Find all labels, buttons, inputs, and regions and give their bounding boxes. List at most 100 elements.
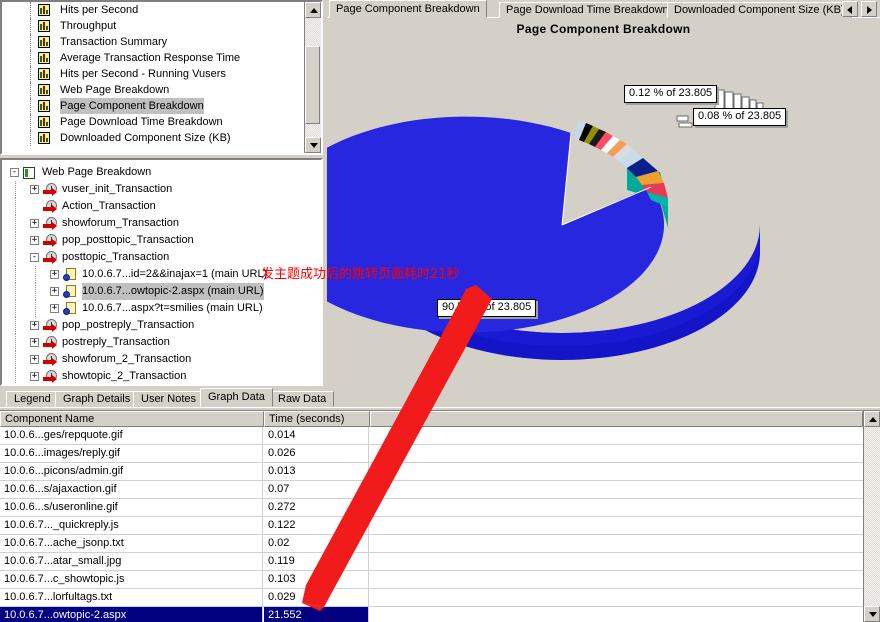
- tree-expander[interactable]: +: [50, 287, 59, 296]
- tab-label: Graph Data: [208, 391, 265, 403]
- tab-raw-data[interactable]: Raw Data: [270, 391, 335, 407]
- breakdown-node-label: Web Page Breakdown: [42, 166, 152, 178]
- bar-chart-icon: [38, 100, 50, 112]
- column-header-time[interactable]: Time (seconds): [264, 411, 370, 427]
- tree-expander[interactable]: +: [30, 219, 39, 228]
- tab-scroll-right-button[interactable]: [861, 1, 877, 17]
- graph-list-item[interactable]: Hits per Second - Running Vusers: [2, 66, 304, 82]
- page-icon: [63, 268, 78, 281]
- table-row[interactable]: 10.0.6.7...ache_jsonp.txt 0.02: [0, 535, 863, 553]
- page-icon: [63, 285, 78, 298]
- table-row[interactable]: 10.0.6...ges/repquote.gif 0.014: [0, 427, 863, 445]
- chart-tabstrip[interactable]: Page Component Breakdown Page Download T…: [327, 0, 880, 18]
- breakdown-tree-node[interactable]: +10.0.6.7...aspx?t=smilies (main URL): [2, 300, 321, 317]
- tab-graph-details[interactable]: Graph Details: [55, 391, 139, 407]
- grid-body[interactable]: 10.0.6...ges/repquote.gif 0.014 10.0.6...i…: [0, 427, 863, 622]
- cell-component-name: 10.0.6...s/ajaxaction.gif: [0, 481, 263, 498]
- breakdown-tree-root[interactable]: - Web Page Breakdown: [2, 164, 321, 181]
- table-row[interactable]: 10.0.6...s/useronline.gif 0.272: [0, 499, 863, 517]
- breakdown-tree-node[interactable]: + postreply_Transaction: [2, 334, 321, 351]
- tab-page-component-breakdown[interactable]: Page Component Breakdown: [329, 0, 487, 18]
- table-row[interactable]: 10.0.6.7..._quickreply.js 0.122: [0, 517, 863, 535]
- tab-scroll-left-button[interactable]: [842, 1, 858, 17]
- scroll-down-button[interactable]: [305, 137, 321, 153]
- breakdown-node-label: 10.0.6.7...aspx?t=smilies (main URL): [82, 302, 263, 314]
- breakdown-tree-node[interactable]: + showtopic_2_Transaction: [2, 368, 321, 384]
- tab-downloaded-component-size[interactable]: Downloaded Component Size (KB): [667, 2, 852, 18]
- cell-component-name: 10.0.6...ges/repquote.gif: [0, 427, 263, 444]
- scroll-down-button[interactable]: [864, 606, 880, 622]
- graph-list[interactable]: Hits per Second Throughput Transaction Sum…: [2, 2, 304, 153]
- tab-graph-data[interactable]: Graph Data: [200, 388, 273, 407]
- graph-list-item[interactable]: Web Page Breakdown: [2, 82, 304, 98]
- scrollbar-track[interactable]: [864, 427, 880, 606]
- callout-2: 90.54 % of 23.805: [437, 299, 537, 317]
- graph-list-item-label: Average Transaction Response Time: [60, 52, 241, 64]
- cell-time: 0.013: [264, 463, 369, 480]
- tab-label: Page Component Breakdown: [336, 3, 480, 15]
- grid-scrollbar[interactable]: [863, 411, 880, 622]
- bar-chart-icon: [38, 132, 50, 144]
- breakdown-tree-node[interactable]: + pop_postreply_Transaction: [2, 317, 321, 334]
- graph-data-grid: Component Name Time (seconds) 10.0.6...g…: [0, 410, 880, 622]
- tree-expander[interactable]: +: [30, 321, 39, 330]
- graph-list-item[interactable]: Transaction Summary: [2, 34, 304, 50]
- breakdown-tree-node[interactable]: + vuser_init_Transaction: [2, 181, 321, 198]
- breakdown-node-label: Action_Transaction: [62, 200, 156, 212]
- tree-expander[interactable]: -: [10, 168, 19, 177]
- column-header-component-name[interactable]: Component Name: [0, 411, 264, 427]
- tree-expander[interactable]: +: [30, 185, 39, 194]
- scroll-up-button[interactable]: [305, 2, 321, 18]
- graph-list-item-label: Hits per Second - Running Vusers: [60, 68, 226, 80]
- graph-list-item-label: Web Page Breakdown: [60, 84, 170, 96]
- breakdown-node-label: 10.0.6.7...owtopic-2.aspx (main URL): [82, 283, 264, 300]
- table-row[interactable]: 10.0.6...s/ajaxaction.gif 0.07: [0, 481, 863, 499]
- scrollbar-thumb[interactable]: [305, 46, 320, 124]
- tab-user-notes[interactable]: User Notes: [133, 391, 205, 407]
- breakdown-tree-node[interactable]: +10.0.6.7...owtopic-2.aspx (main URL): [2, 283, 321, 300]
- cell-filler: [370, 535, 863, 552]
- cell-filler: [370, 427, 863, 444]
- tree-expander[interactable]: +: [30, 236, 39, 245]
- tab-legend[interactable]: Legend: [6, 391, 59, 407]
- tree-expander[interactable]: -: [30, 253, 39, 262]
- column-label: Component Name: [5, 413, 95, 425]
- graph-list-item[interactable]: Page Download Time Breakdown: [2, 114, 304, 130]
- breakdown-node-label: showforum_Transaction: [62, 217, 179, 229]
- breakdown-tree-node[interactable]: - posttopic_Transaction: [2, 249, 321, 266]
- tree-expander[interactable]: +: [30, 372, 39, 381]
- graph-list-item[interactable]: Page Component Breakdown: [2, 98, 304, 114]
- table-row[interactable]: 10.0.6...picons/admin.gif 0.013: [0, 463, 863, 481]
- table-row[interactable]: 10.0.6.7...c_showtopic.js 0.103: [0, 571, 863, 589]
- breakdown-tree-node[interactable]: Action_Transaction: [2, 198, 321, 215]
- table-row[interactable]: 10.0.6...images/reply.gif 0.026: [0, 445, 863, 463]
- book-icon: [23, 167, 35, 179]
- graph-list-item[interactable]: Hits per Second: [2, 2, 304, 18]
- column-header-filler: [370, 411, 863, 427]
- graph-list-item[interactable]: Throughput: [2, 18, 304, 34]
- table-row[interactable]: 10.0.6.7...atar_small.jpg 0.119: [0, 553, 863, 571]
- breakdown-tree-node[interactable]: + showforum_Transaction: [2, 215, 321, 232]
- cell-filler: [370, 499, 863, 516]
- table-row[interactable]: 10.0.6.7...lorfultags.txt 0.029: [0, 589, 863, 607]
- scroll-up-button[interactable]: [864, 411, 880, 427]
- graph-list-item[interactable]: Downloaded Component Size (KB): [2, 130, 304, 146]
- tree-expander[interactable]: +: [50, 304, 59, 313]
- breakdown-tree-node[interactable]: + showforum_2_Transaction: [2, 351, 321, 368]
- tab-page-download-time-breakdown[interactable]: Page Download Time Breakdown: [499, 2, 676, 18]
- breakdown-node-label: pop_posttopic_Transaction: [62, 234, 194, 246]
- callout-label: 0.12 % of 23.805: [629, 87, 713, 99]
- tree-expander[interactable]: +: [30, 355, 39, 364]
- table-row[interactable]: 10.0.6.7...owtopic-2.aspx 21.552: [0, 607, 863, 622]
- graph-list-scrollbar[interactable]: [304, 2, 321, 153]
- cell-component-name: 10.0.6...s/useronline.gif: [0, 499, 263, 516]
- tree-expander[interactable]: +: [50, 270, 59, 279]
- breakdown-tree-node[interactable]: + pop_posttopic_Transaction: [2, 232, 321, 249]
- tab-label: User Notes: [141, 393, 197, 405]
- tree-expander[interactable]: +: [30, 338, 39, 347]
- graph-list-item[interactable]: Average Transaction Response Time: [2, 50, 304, 66]
- cell-component-name: 10.0.6.7..._quickreply.js: [0, 517, 263, 534]
- breakdown-tree-node[interactable]: +vuser_end_Transaction: [2, 385, 321, 386]
- transaction-icon: [43, 217, 58, 230]
- cell-component-name: 10.0.6...images/reply.gif: [0, 445, 263, 462]
